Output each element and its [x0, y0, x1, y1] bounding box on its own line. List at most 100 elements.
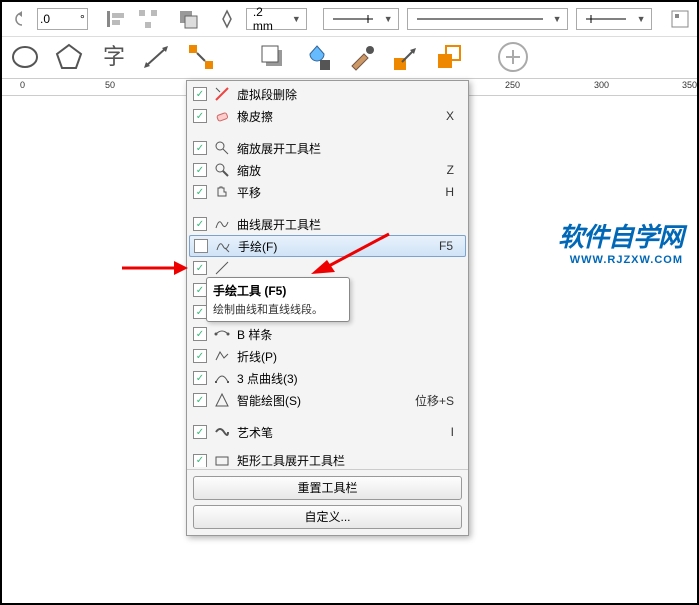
start-cap-dropdown[interactable]: ▼ [323, 8, 399, 30]
menu-label: 虚拟段删除 [237, 86, 462, 103]
checkbox-checked[interactable]: ✓ [193, 217, 207, 231]
color-eyedropper-icon[interactable] [343, 39, 379, 75]
checkbox-unchecked[interactable]: ✓ [194, 239, 208, 253]
checkbox-checked[interactable]: ✓ [193, 141, 207, 155]
text-tool-icon[interactable]: 字 [95, 39, 131, 75]
zoom-toolbar-icon [213, 139, 231, 157]
ruler-mark: 350 [682, 80, 697, 90]
ellipse-tool-icon[interactable] [7, 39, 43, 75]
checkbox-checked[interactable]: ✓ [193, 185, 207, 199]
smart-fill-icon[interactable] [431, 39, 467, 75]
line-style-preview [410, 11, 550, 27]
checkbox-checked[interactable]: ✓ [193, 393, 207, 407]
brand-url: WWW.RJZXW.COM [558, 254, 683, 266]
annotation-arrow-left [120, 257, 190, 279]
chevron-down-icon: ▼ [381, 14, 396, 24]
menu-item-rect-toolbar[interactable]: ✓ 矩形工具展开工具栏 [189, 453, 466, 467]
menu-label: 矩形工具展开工具栏 [237, 453, 462, 467]
curve3pt-icon [213, 369, 231, 387]
end-cap-dropdown[interactable]: ▼ [576, 8, 652, 30]
ruler-mark: 50 [105, 80, 115, 90]
menu-label: 3 点曲线(3) [237, 370, 462, 387]
ruler-mark: 300 [594, 80, 609, 90]
freehand-icon [214, 237, 232, 255]
delete-segment-icon [213, 85, 231, 103]
polygon-tool-icon[interactable] [51, 39, 87, 75]
rotation-field[interactable]: .0 ° [37, 8, 88, 30]
checkbox-checked[interactable]: ✓ [193, 454, 207, 468]
menu-label: 缩放 [237, 162, 447, 179]
ruler-mark: 250 [505, 80, 520, 90]
interactive-fill-icon[interactable] [387, 39, 423, 75]
checkbox-checked[interactable]: ✓ [193, 371, 207, 385]
align-left-icon[interactable] [104, 5, 128, 33]
undo-icon[interactable] [7, 5, 29, 33]
checkbox-checked[interactable]: ✓ [193, 87, 207, 101]
tooltip-body: 绘制曲线和直线线段。 [213, 301, 343, 317]
reset-toolbar-button[interactable]: 重置工具栏 [193, 476, 462, 500]
checkbox-checked[interactable]: ✓ [193, 163, 207, 177]
menu-label: 平移 [237, 184, 445, 201]
menu-shortcut: F5 [439, 239, 461, 253]
menu-item-3pt-curve[interactable]: ✓ 3 点曲线(3) [189, 367, 466, 389]
chevron-down-icon: ▼ [550, 14, 565, 24]
tooltip: 手绘工具 (F5) 绘制曲线和直线线段。 [206, 277, 350, 322]
drop-shadow-icon[interactable] [255, 39, 291, 75]
menu-shortcut: 位移+S [415, 392, 462, 409]
chevron-down-icon: ▼ [289, 14, 304, 24]
line-style-dropdown[interactable]: ▼ [407, 8, 568, 30]
stroke-width-value: .2 mm [249, 5, 289, 33]
menu-item-zoom-toolbar[interactable]: ✓ 缩放展开工具栏 [189, 137, 466, 159]
dimension-tool-icon[interactable] [139, 39, 175, 75]
toolbar-row-1: .0 ° .2 mm ▼ ▼ ▼ ▼ [2, 2, 697, 37]
menu-item-virtual-segment-delete[interactable]: ✓ 虚拟段删除 [189, 83, 466, 105]
artistic-icon [213, 423, 231, 441]
stroke-width-dropdown[interactable]: .2 mm ▼ [246, 8, 307, 30]
menu-item-zoom[interactable]: ✓ 缩放 Z [189, 159, 466, 181]
menu-item-smart-drawing[interactable]: ✓ 智能绘图(S) 位移+S [189, 389, 466, 411]
end-cap-preview [579, 11, 634, 27]
checkbox-checked[interactable]: ✓ [193, 425, 207, 439]
menu-label: 折线(P) [237, 348, 462, 365]
checkbox-checked[interactable]: ✓ [193, 109, 207, 123]
polyline-icon [213, 347, 231, 365]
zoom-in-icon[interactable] [495, 39, 531, 75]
menu-shortcut: X [446, 109, 462, 123]
menu-label: B 样条 [237, 326, 462, 343]
annotation-arrow-right [307, 230, 393, 280]
rotation-value: .0 [40, 12, 50, 26]
menu-spacer [189, 127, 466, 137]
wrap-text-icon[interactable] [668, 5, 692, 33]
menu-item-polyline[interactable]: ✓ 折线(P) [189, 345, 466, 367]
menu-label: 缩放展开工具栏 [237, 140, 462, 157]
transparency-tool-icon[interactable] [299, 39, 335, 75]
svg-text:字: 字 [103, 44, 125, 69]
menu-item-bspline[interactable]: ✓ B 样条 [189, 323, 466, 345]
start-cap-preview [326, 11, 381, 27]
outline-pen-icon[interactable] [216, 5, 238, 33]
eraser-icon [213, 107, 231, 125]
checkbox-checked[interactable]: ✓ [193, 283, 207, 297]
menu-label: 智能绘图(S) [237, 392, 415, 409]
order-front-icon[interactable] [176, 5, 200, 33]
toolbar-row-2: 字 [2, 37, 697, 77]
curve-toolbar-icon [213, 215, 231, 233]
align-distribute-icon[interactable] [136, 5, 160, 33]
brand-cn: 软件自学网 [558, 217, 683, 254]
menu-spacer [189, 411, 466, 421]
menu-buttons: 重置工具栏 自定义... [187, 469, 468, 535]
menu-item-eraser[interactable]: ✓ 橡皮擦 X [189, 105, 466, 127]
menu-label: 橡皮擦 [237, 108, 446, 125]
checkbox-checked[interactable]: ✓ [193, 305, 207, 319]
checkbox-checked[interactable]: ✓ [193, 349, 207, 363]
menu-spacer [189, 443, 466, 453]
hand-icon [213, 183, 231, 201]
menu-item-artistic-media[interactable]: ✓ 艺术笔 I [189, 421, 466, 443]
menu-item-pan[interactable]: ✓ 平移 H [189, 181, 466, 203]
watermark: 软件自学网 WWW.RJZXW.COM [558, 217, 683, 266]
menu-label: 艺术笔 [237, 424, 451, 441]
checkbox-checked[interactable]: ✓ [193, 261, 207, 275]
checkbox-checked[interactable]: ✓ [193, 327, 207, 341]
customize-button[interactable]: 自定义... [193, 505, 462, 529]
connector-tool-icon[interactable] [183, 39, 219, 75]
